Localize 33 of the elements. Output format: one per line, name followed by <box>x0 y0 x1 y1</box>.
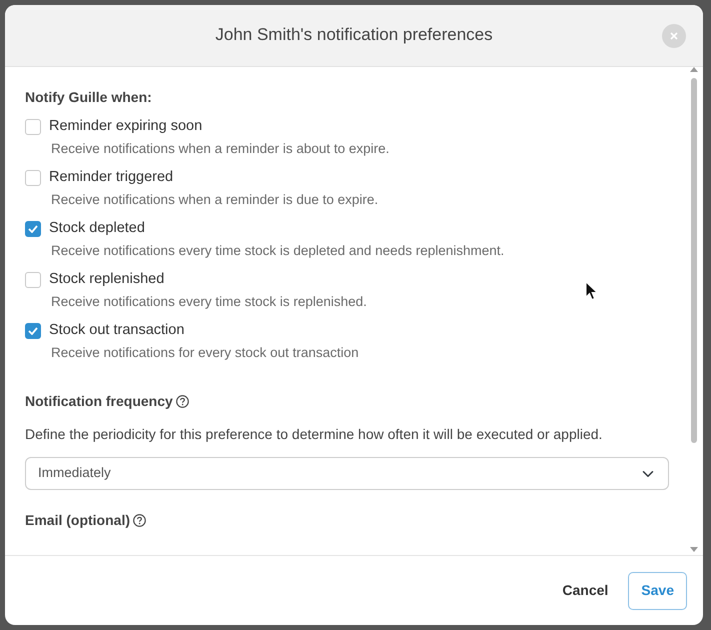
close-button[interactable] <box>662 24 686 48</box>
option-label[interactable]: Stock depleted <box>49 218 145 240</box>
option-label[interactable]: Reminder expiring soon <box>49 116 202 138</box>
option-description: Receive notifications every time stock is replenished. <box>51 292 368 311</box>
checkbox[interactable] <box>25 118 41 135</box>
save-button[interactable]: Save <box>628 572 687 610</box>
frequency-select[interactable]: Immediately <box>25 457 669 490</box>
dialog-title: John Smith's notification preferences <box>215 25 493 46</box>
option-description: Receive notifications for every stock out transaction <box>51 344 360 362</box>
field-label: Email (optional) <box>25 511 130 530</box>
option-description: Receive notifications when a reminder is due to expire. <box>51 190 380 209</box>
section-heading: Notify Guille when: <box>25 88 153 107</box>
field-label: Notification frequency <box>25 392 173 411</box>
checkbox[interactable] <box>25 220 41 237</box>
cancel-button[interactable]: Cancel <box>556 579 614 602</box>
option-description: Receive notifications when a reminder is about to expire. <box>51 140 390 158</box>
mouse-cursor-icon <box>585 281 598 301</box>
checkbox[interactable] <box>25 322 41 339</box>
scroll-down-arrow-icon[interactable] <box>690 547 698 552</box>
checkbox[interactable] <box>25 272 41 288</box>
close-icon <box>670 32 678 40</box>
option-label[interactable]: Stock out transaction <box>49 320 184 342</box>
option-label[interactable]: Stock replenished <box>49 269 164 291</box>
help-icon[interactable] <box>133 514 146 527</box>
help-icon[interactable] <box>176 395 189 408</box>
option-label[interactable]: Reminder triggered <box>49 167 174 189</box>
scrollbar-thumb[interactable] <box>691 78 697 443</box>
scroll-up-arrow-icon[interactable] <box>690 67 698 72</box>
field-description: Define the periodicity for this preference to determine how often it will be executed or applied. <box>25 425 604 444</box>
checkmark-icon <box>28 326 38 335</box>
checkmark-icon <box>28 224 38 233</box>
option-description: Receive notifications every time stock is depleted and needs replenishment. <box>51 242 506 260</box>
checkbox[interactable] <box>25 170 41 186</box>
